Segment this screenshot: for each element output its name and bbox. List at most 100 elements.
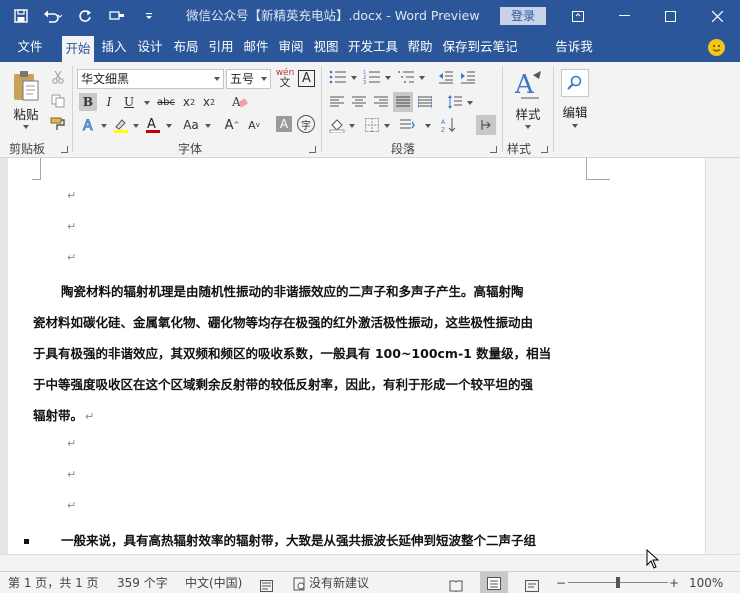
shrink-font-icon[interactable]: Av [245,116,263,134]
grow-font-icon[interactable]: A ^ [223,116,241,134]
copy-icon[interactable] [49,92,67,110]
macro-recording-icon[interactable] [260,577,273,592]
underline-dropdown-icon[interactable] [144,101,150,105]
underline-icon[interactable]: U [120,93,138,111]
tab-design[interactable]: 设计 [134,32,166,62]
paste-dropdown-icon[interactable] [23,125,29,129]
decrease-indent-icon[interactable] [437,68,455,86]
maximize-icon[interactable] [647,0,693,32]
chinese-layout-dropdown-icon[interactable] [425,124,431,128]
enclose-characters-icon[interactable]: 字 [297,115,315,133]
document-page[interactable]: ↵ ↵ ↵ 陶瓷材料的辐射机理是由随机性振动的非谐振效应的二声子和多声子产生。高… [8,158,705,554]
zoom-out-icon[interactable]: − [556,572,566,593]
tell-me-box[interactable]: 告诉我 [554,32,594,62]
highlight-dropdown-icon[interactable] [133,124,139,128]
align-center-icon[interactable] [350,93,368,111]
bullets-dropdown-icon[interactable] [351,76,357,80]
phonetic-guide-button[interactable]: wén 文 [275,67,295,89]
smiley-feedback-icon[interactable] [708,39,725,56]
tab-view[interactable]: 视图 [310,32,342,62]
page-count[interactable]: 第 1 页，共 1 页 [8,572,99,593]
font-color-icon[interactable]: A [144,115,162,135]
redo-icon[interactable] [72,3,98,29]
change-case-dropdown-icon[interactable] [205,124,211,128]
justify-icon[interactable] [393,92,413,112]
font-size-combo[interactable]: 五号 [226,69,271,89]
tab-developer[interactable]: 开发工具 [345,32,401,62]
undo-icon[interactable] [40,3,66,29]
italic-icon[interactable]: I [100,93,118,111]
multilevel-list-dropdown-icon[interactable] [419,76,425,80]
track-changes-status[interactable]: 没有新建议 [309,572,369,593]
clipboard-launcher-icon[interactable] [61,146,68,153]
character-border-button[interactable]: A [298,70,315,87]
close-icon[interactable] [694,0,740,32]
multilevel-list-icon[interactable] [396,68,416,86]
touch-mode-icon[interactable] [104,3,130,29]
numbering-icon[interactable]: 123 [362,68,382,86]
paragraph-launcher-icon[interactable] [490,146,497,153]
bullets-icon[interactable] [328,68,348,86]
body-paragraph[interactable]: 陶瓷材料的辐射机理是由随机性振动的非谐振效应的二声子和多声子产生。高辐射陶 瓷材… [33,276,588,431]
change-case-icon[interactable]: Aa [178,116,204,134]
tab-layout[interactable]: 布局 [170,32,202,62]
chinese-layout-icon[interactable] [398,116,416,134]
accessibility-icon[interactable] [293,576,306,591]
shading-icon[interactable] [328,116,346,134]
strikethrough-icon[interactable]: abc [156,93,176,111]
login-button[interactable]: 登录 [500,7,546,25]
tab-insert[interactable]: 插入 [98,32,130,62]
minimize-icon[interactable] [601,0,647,32]
align-right-icon[interactable] [372,93,390,111]
word-count[interactable]: 359 个字 [117,572,168,593]
customize-qat-icon[interactable] [136,3,162,29]
ribbon-display-options-icon[interactable] [555,0,601,32]
zoom-level[interactable]: 100% [689,572,723,593]
tab-home[interactable]: 开始 [62,36,94,62]
distributed-icon[interactable] [416,93,434,111]
format-painter-icon[interactable] [49,115,67,133]
line-spacing-icon[interactable] [446,93,464,111]
bold-icon[interactable]: B [79,93,97,111]
shading-dropdown-icon[interactable] [349,124,355,128]
save-icon[interactable] [8,3,34,29]
superscript-icon[interactable]: x2 [200,93,218,111]
font-color-dropdown-icon[interactable] [166,124,172,128]
font-launcher-icon[interactable] [309,146,316,153]
line-spacing-dropdown-icon[interactable] [467,101,473,105]
borders-icon[interactable] [363,116,381,134]
editing-label[interactable]: 编辑 [559,102,591,121]
styles-gallery-icon[interactable]: A [512,68,544,102]
increase-indent-icon[interactable] [459,68,477,86]
character-shading-icon[interactable]: A [276,116,292,132]
tab-mailings[interactable]: 邮件 [240,32,272,62]
horizontal-scrollbar[interactable] [0,554,740,571]
zoom-in-icon[interactable]: + [669,572,679,593]
editing-dropdown-icon[interactable] [572,124,578,128]
tab-help[interactable]: 帮助 [404,32,436,62]
tab-review[interactable]: 审阅 [275,32,307,62]
tab-file[interactable]: 文件 [10,32,50,62]
web-layout-icon[interactable] [525,577,539,592]
clear-formatting-icon[interactable]: A [230,93,250,111]
tab-references[interactable]: 引用 [205,32,237,62]
vertical-scrollbar[interactable] [705,158,740,554]
cut-icon[interactable] [49,68,67,86]
read-mode-icon[interactable] [449,577,463,593]
styles-dropdown-icon[interactable] [525,125,531,129]
borders-dropdown-icon[interactable] [384,124,390,128]
search-icon[interactable] [561,69,589,97]
paste-icon[interactable] [10,68,42,104]
sort-icon[interactable]: AZ [440,116,458,134]
font-name-combo[interactable]: 华文细黑 [77,69,224,89]
align-left-icon[interactable] [328,93,346,111]
tab-save-to-cloud-notes[interactable]: 保存到云笔记 [440,32,520,62]
print-layout-icon[interactable] [480,572,508,593]
show-paragraph-marks-icon[interactable] [476,115,496,135]
language-indicator[interactable]: 中文(中国) [185,572,242,593]
styles-launcher-icon[interactable] [541,146,548,153]
body-paragraph-bulleted[interactable]: 一般来说，具有高热辐射效率的辐射带，大致是从强共振波长延伸到短波整个二声子组 [61,525,616,554]
highlight-icon[interactable] [112,116,130,134]
subscript-icon[interactable]: x2 [180,93,198,111]
text-effects-icon[interactable]: A [80,116,98,134]
